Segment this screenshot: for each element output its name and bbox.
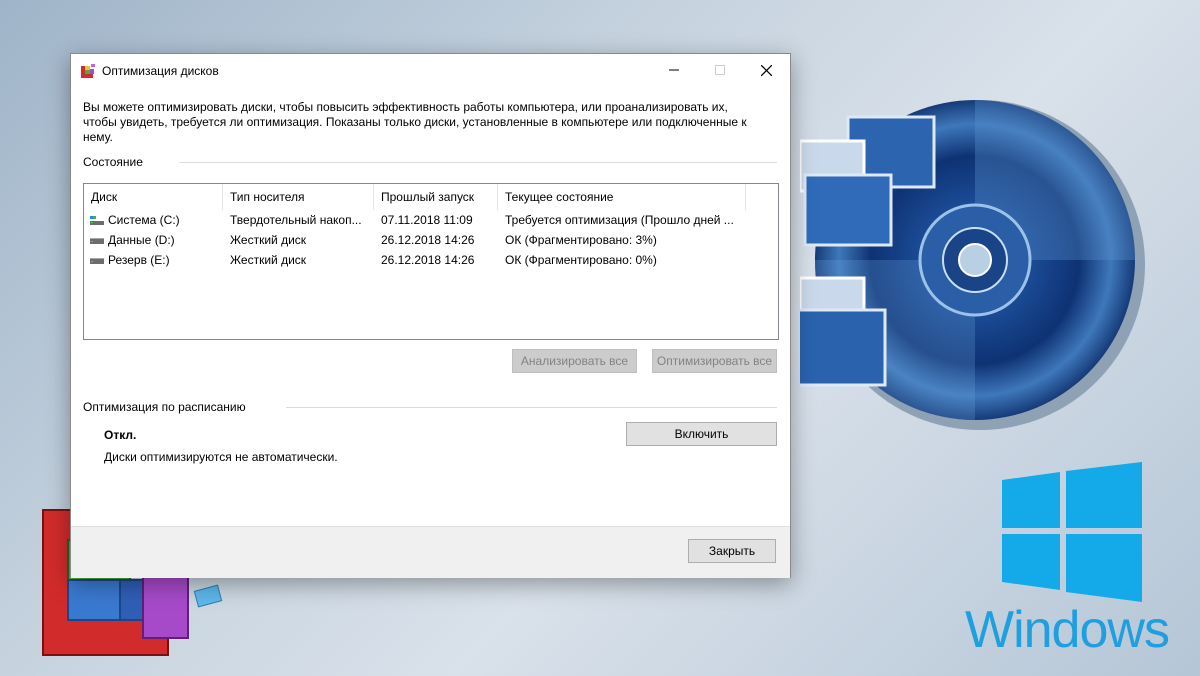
section-divider (286, 407, 777, 408)
column-header-disk[interactable]: Диск (84, 184, 223, 210)
dialog-description: Вы можете оптимизировать диски, чтобы по… (83, 100, 747, 144)
title-bar[interactable]: Оптимизация дисков (71, 54, 790, 86)
column-header-state[interactable]: Текущее состояние (498, 184, 746, 210)
analyze-all-button[interactable]: Анализировать все (512, 349, 637, 373)
disk-name: Резерв (E:) (108, 253, 170, 267)
minimize-button[interactable] (651, 54, 697, 86)
hdd-drive-icon (90, 238, 104, 244)
windows-logo-icon (1002, 462, 1142, 602)
schedule-section-label: Оптимизация по расписанию (83, 400, 246, 414)
last-run: 26.12.2018 14:26 (381, 253, 475, 267)
maximize-button[interactable] (697, 54, 743, 86)
table-row[interactable]: Данные (D:) Жесткий диск 26.12.2018 14:2… (84, 230, 778, 250)
list-header: Диск Тип носителя Прошлый запуск Текущее… (84, 184, 778, 210)
ssd-drive-icon (90, 216, 104, 225)
drives-list[interactable]: Диск Тип носителя Прошлый запуск Текущее… (83, 183, 779, 340)
schedule-description: Диски оптимизируются не автоматически. (104, 450, 338, 464)
close-window-button[interactable] (743, 54, 789, 86)
media-type: Твердотельный накоп... (230, 213, 362, 227)
current-state: Требуется оптимизация (Прошло дней ... (505, 213, 734, 227)
disk-name: Данные (D:) (108, 233, 175, 247)
current-state: ОК (Фрагментировано: 3%) (505, 233, 657, 247)
optimize-drives-dialog: Оптимизация дисков Вы можете оптимизиров… (70, 53, 791, 578)
maximize-icon (715, 65, 725, 75)
enable-schedule-button[interactable]: Включить (626, 422, 777, 446)
optimize-all-button[interactable]: Оптимизировать все (652, 349, 777, 373)
close-icon (760, 64, 772, 76)
hdd-drive-icon (90, 258, 104, 264)
media-type: Жесткий диск (230, 233, 307, 247)
schedule-status: Откл. (104, 428, 137, 442)
table-row[interactable]: Система (C:) Твердотельный накоп... 07.1… (84, 210, 778, 230)
dialog-footer: Закрыть (71, 526, 790, 578)
last-run: 26.12.2018 14:26 (381, 233, 475, 247)
optical-disc-illustration (800, 100, 1145, 430)
defrag-app-icon (81, 64, 95, 78)
current-state: ОК (Фрагментировано: 0%) (505, 253, 657, 267)
section-divider (179, 162, 777, 163)
last-run: 07.11.2018 11:09 (381, 213, 473, 227)
windows-brand-text: Windows (965, 601, 1170, 659)
media-type: Жесткий диск (230, 253, 307, 267)
column-header-last-run[interactable]: Прошлый запуск (374, 184, 498, 210)
disk-name: Система (C:) (108, 213, 180, 227)
window-title: Оптимизация дисков (102, 64, 219, 78)
table-row[interactable]: Резерв (E:) Жесткий диск 26.12.2018 14:2… (84, 250, 778, 270)
close-button[interactable]: Закрыть (688, 539, 776, 563)
minimize-icon (669, 69, 679, 71)
status-section-label: Состояние (83, 155, 143, 169)
column-header-media[interactable]: Тип носителя (223, 184, 374, 210)
